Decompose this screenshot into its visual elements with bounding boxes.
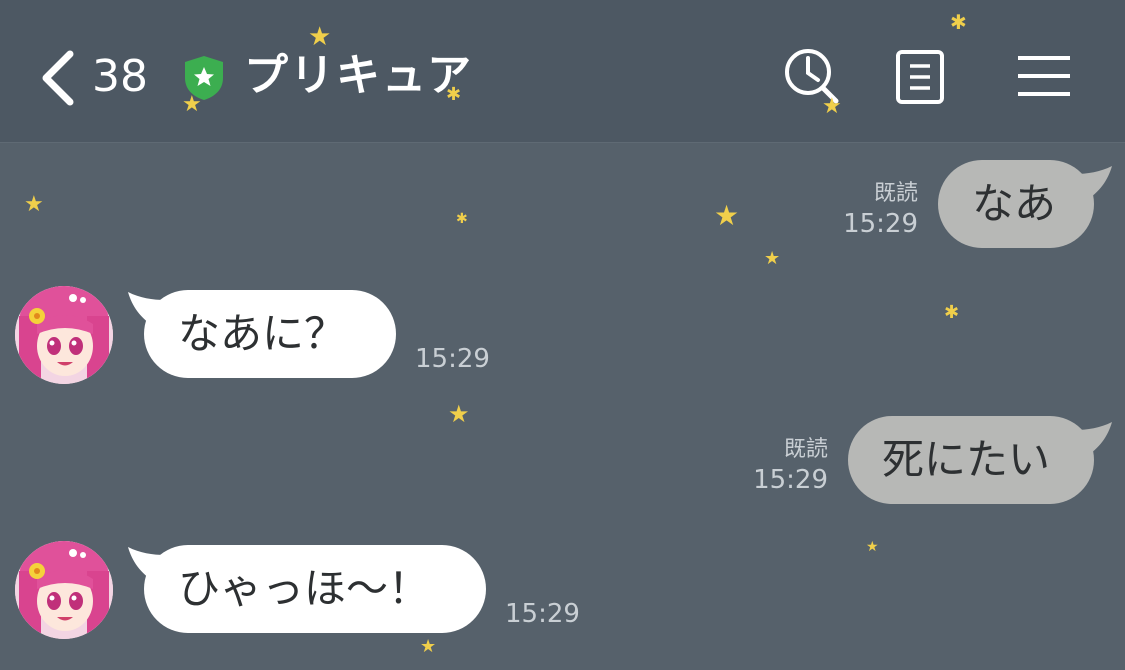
star-decoration: ✱ — [446, 84, 462, 105]
notes-button[interactable] — [888, 44, 952, 108]
sent-message-bubble[interactable]: 死にたい — [848, 416, 1094, 504]
read-receipt: 既読 — [783, 437, 828, 462]
bubble-tail — [1074, 166, 1112, 202]
avatar[interactable] — [15, 286, 113, 384]
star-decoration: ★ — [714, 199, 740, 232]
star-decoration: ★ — [764, 248, 781, 269]
star-decoration: ★ — [24, 192, 44, 217]
bubble-tail — [1074, 422, 1112, 458]
message-time: 15:29 — [415, 344, 490, 374]
star-decoration: ★ — [420, 636, 437, 657]
character-avatar-image — [15, 541, 113, 639]
star-decoration: ✱ — [944, 302, 960, 323]
received-message-bubble[interactable]: ひゃっほ〜！ — [144, 545, 486, 633]
sent-message-bubble[interactable]: なあ — [938, 160, 1094, 248]
star-decoration: ★ — [822, 94, 842, 119]
star-decoration: ✱ — [456, 211, 468, 227]
chevron-left-icon — [42, 50, 74, 106]
star-decoration: ★ — [308, 22, 332, 52]
message-text: 死にたい — [882, 435, 1051, 484]
message-time: 15:29 — [753, 465, 828, 495]
read-receipt: 既読 — [873, 181, 918, 206]
unread-count[interactable]: 38 — [92, 50, 148, 104]
message-meta: 既読 15:29 — [730, 436, 828, 496]
message-time: 15:29 — [505, 599, 580, 629]
message-text: ひゃっほ〜！ — [178, 564, 431, 613]
chat-title: プリキュア — [244, 50, 474, 101]
message-text: なあに？ — [178, 309, 347, 358]
star-decoration: ★ — [448, 400, 470, 428]
menu-icon — [1018, 56, 1070, 96]
message-meta: 既読 15:29 — [820, 180, 918, 240]
menu-button[interactable] — [1012, 44, 1076, 108]
message-time: 15:29 — [843, 209, 918, 239]
star-decoration: ★ — [866, 539, 879, 555]
received-message-bubble[interactable]: なあに？ — [144, 290, 396, 378]
star-decoration: ★ — [182, 92, 202, 117]
notes-icon — [896, 50, 944, 104]
star-decoration: ✱ — [950, 10, 967, 34]
avatar[interactable] — [15, 541, 113, 639]
message-text: なあ — [972, 179, 1057, 228]
back-button[interactable] — [38, 48, 82, 108]
character-avatar-image — [15, 286, 113, 384]
